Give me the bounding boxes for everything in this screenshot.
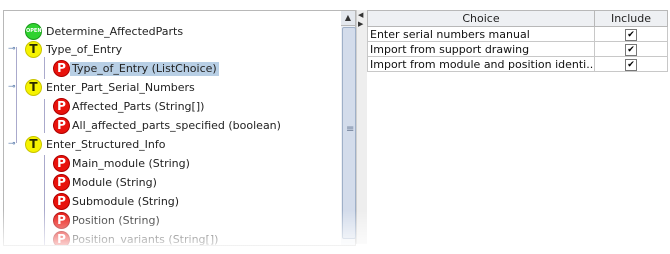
tree-node-task[interactable]: ⊸ T Enter_Part_Serial_Numbers [8, 79, 338, 97]
parameter-icon: P [53, 155, 70, 172]
workflow-editor: OPEN Determine_AffectedParts ⊸ T Type_of… [0, 10, 670, 254]
collapse-right-icon[interactable]: ▶ [358, 20, 363, 28]
tree-node-task[interactable]: ⊸ T Enter_Structured_Info [8, 136, 338, 154]
open-status-icon: OPEN [25, 23, 42, 40]
expand-toggle-icon[interactable]: ⊸ [8, 41, 18, 57]
tree-node-label: Type_of_Entry (ListChoice) [70, 62, 219, 76]
task-icon: T [25, 41, 42, 58]
include-cell: ✔ [594, 41, 668, 57]
tree-node-root[interactable]: OPEN Determine_AffectedParts [8, 23, 338, 41]
expand-toggle-icon[interactable]: ⊸ [8, 79, 18, 95]
task-icon: T [25, 79, 42, 96]
scroll-up-button[interactable]: ▲ [341, 11, 355, 26]
table-row[interactable]: Import from support drawing ✔ [367, 41, 668, 57]
parameter-icon: P [53, 98, 70, 115]
tree-node-label: Module (String) [72, 176, 157, 189]
parameter-tree[interactable]: OPEN Determine_AffectedParts ⊸ T Type_of… [3, 10, 342, 246]
collapse-left-icon[interactable]: ◀ [358, 11, 363, 19]
choice-table-panel: Choice Include Enter serial numbers manu… [367, 10, 670, 244]
tree-node-label: All_affected_parts_specified (boolean) [72, 119, 281, 132]
table-row[interactable]: Enter serial numbers manual ✔ [367, 26, 668, 42]
table-row[interactable]: Import from module and position identi..… [367, 56, 668, 72]
include-checkbox[interactable]: ✔ [625, 58, 637, 71]
tree-node-label: Main_module (String) [72, 157, 190, 170]
column-header-include[interactable]: Include [594, 10, 668, 27]
tree-node-parameter[interactable]: P Module (String) [8, 174, 338, 192]
include-cell: ✔ [594, 56, 668, 72]
tree-node-parameter[interactable]: P Type_of_Entry (ListChoice) [8, 60, 338, 78]
include-checkbox[interactable]: ✔ [625, 43, 637, 56]
tree-vertical-scrollbar[interactable]: ▲ ≡ [341, 10, 356, 246]
choice-cell: Enter serial numbers manual [367, 26, 595, 42]
tree-node-label: Enter_Structured_Info [46, 138, 166, 151]
scroll-thumb[interactable]: ≡ [342, 27, 356, 239]
include-checkbox[interactable]: ✔ [625, 28, 637, 41]
expand-toggle-icon[interactable]: ⊸ [8, 136, 18, 152]
grip-icon: ≡ [346, 124, 355, 135]
include-cell: ✔ [594, 26, 668, 42]
tree-node-label: Enter_Part_Serial_Numbers [46, 81, 195, 94]
tree-node-parameter[interactable]: P Affected_Parts (String[]) [8, 98, 338, 116]
tree-node-label: Position_variants (String[]) [72, 233, 219, 246]
parameter-icon: P [53, 212, 70, 229]
tree-node-label: Type_of_Entry [46, 43, 123, 56]
choice-cell: Import from support drawing [367, 41, 595, 57]
table-header-row: Choice Include [367, 10, 668, 27]
tree-node-label: Position (String) [72, 214, 160, 227]
task-icon: T [25, 136, 42, 153]
tree-node-label: Submodule (String) [72, 195, 180, 208]
tree-node-task[interactable]: ⊸ T Type_of_Entry [8, 41, 338, 59]
column-header-choice[interactable]: Choice [367, 10, 595, 27]
parameter-icon: P [53, 117, 70, 134]
parameter-icon: P [53, 60, 70, 77]
parameter-icon: P [53, 174, 70, 191]
parameter-icon: P [53, 193, 70, 210]
tree-node-label: Determine_AffectedParts [46, 25, 184, 38]
choice-table: Choice Include Enter serial numbers manu… [367, 10, 668, 72]
choice-cell: Import from module and position identi..… [367, 56, 595, 72]
tree-node-parameter[interactable]: P Main_module (String) [8, 155, 338, 173]
tree-node-label: Affected_Parts (String[]) [72, 100, 205, 113]
tree-node-parameter[interactable]: P Position (String) [8, 212, 338, 230]
tree-node-parameter[interactable]: P Submodule (String) [8, 193, 338, 211]
tree-node-parameter[interactable]: P All_affected_parts_specified (boolean) [8, 117, 338, 135]
